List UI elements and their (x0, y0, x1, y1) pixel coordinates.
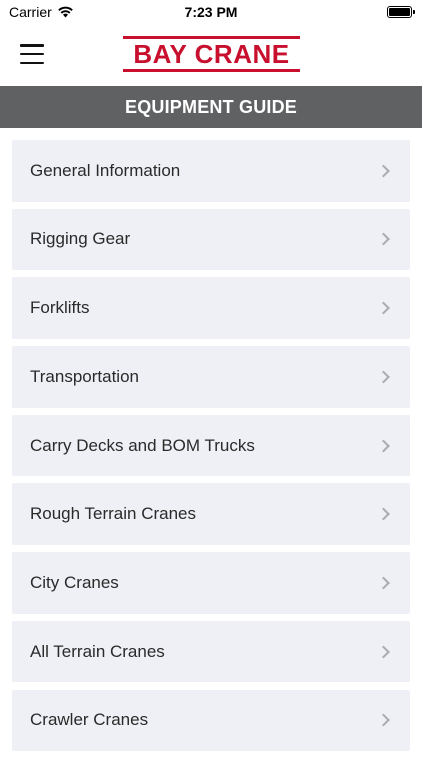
chevron-right-icon (377, 370, 390, 384)
chevron-right-icon (377, 713, 390, 727)
list-item-label: Rough Terrain Cranes (30, 504, 196, 524)
list-item-rough-terrain-cranes[interactable]: Rough Terrain Cranes (12, 483, 410, 545)
list-item-label: General Information (30, 160, 181, 180)
clock: 7:23 PM (184, 4, 238, 20)
bay-crane-logo: BAY CRANE (123, 36, 300, 72)
list-item-label: Rigging Gear (30, 229, 131, 249)
chevron-right-icon (377, 439, 390, 452)
list-item-rigging-gear[interactable]: Rigging Gear (12, 208, 410, 271)
page-title: EQUIPMENT GUIDE (124, 96, 297, 117)
list-item-all-terrain-cranes[interactable]: All Terrain Cranes (12, 620, 410, 683)
list-item-transportation[interactable]: Transportation (12, 346, 410, 408)
list-item-label: Transportation (30, 366, 139, 386)
navigation-bar: BAY CRANE (0, 26, 422, 86)
section-header: EQUIPMENT GUIDE (0, 86, 422, 128)
list-item-label: Carry Decks and BOM Trucks (30, 435, 255, 455)
list-item-label: City Cranes (30, 572, 119, 592)
status-bar: Carrier 7:23 PM (0, 0, 422, 26)
chevron-right-icon (377, 645, 390, 658)
chevron-right-icon (377, 164, 390, 178)
hamburger-menu-icon[interactable] (20, 44, 44, 64)
chevron-right-icon (377, 301, 390, 315)
chevron-right-icon (377, 507, 390, 521)
battery-icon (387, 6, 415, 18)
chevron-right-icon (377, 233, 390, 246)
equipment-list: General Information Rigging Gear Forklif… (12, 140, 410, 758)
logo-text: BAY CRANE (133, 39, 290, 69)
chevron-right-icon (377, 576, 390, 590)
list-item-crawler-cranes[interactable]: Crawler Cranes (12, 689, 410, 751)
list-item-general-information[interactable]: General Information (12, 140, 410, 202)
list-item-carry-decks-and-bom-trucks[interactable]: Carry Decks and BOM Trucks (12, 414, 410, 477)
list-item-label: Crawler Cranes (30, 710, 149, 730)
list-item-label: All Terrain Cranes (30, 641, 165, 661)
list-item-city-cranes[interactable]: City Cranes (12, 552, 410, 614)
list-item-label: Forklifts (30, 298, 90, 318)
list-item-forklifts[interactable]: Forklifts (12, 277, 410, 339)
